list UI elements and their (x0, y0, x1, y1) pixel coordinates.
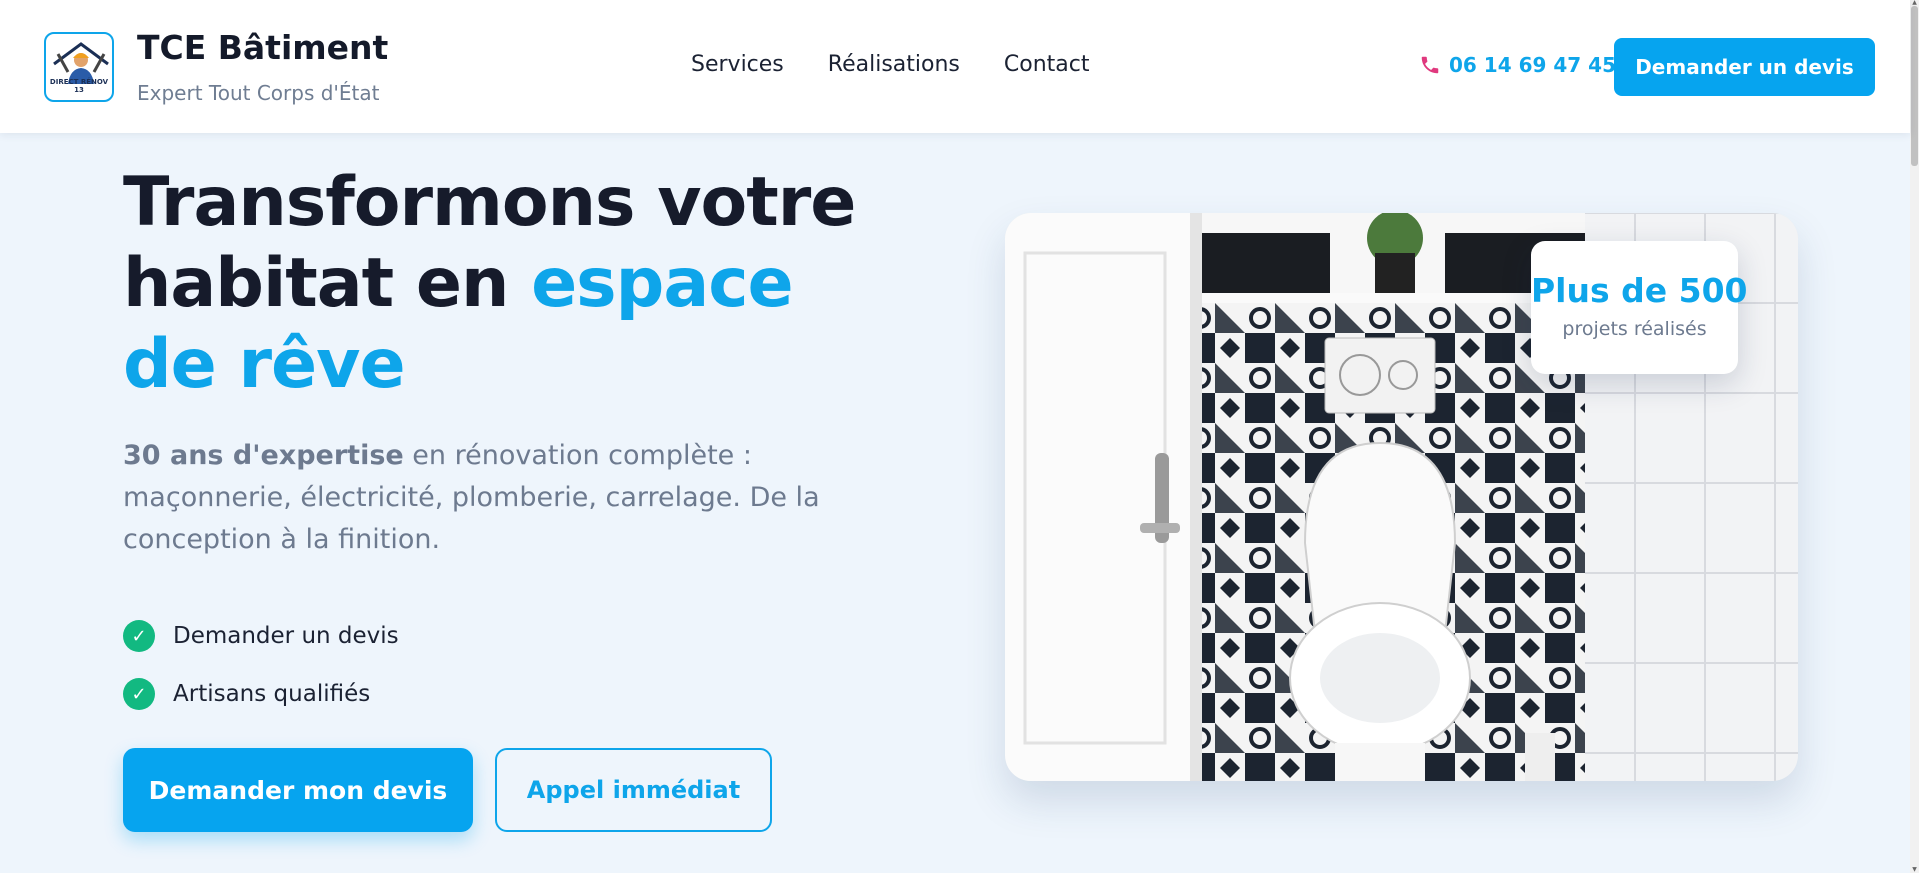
header-quote-button[interactable]: Demander un devis (1614, 38, 1875, 96)
checklist-label: Demander un devis (173, 623, 399, 649)
logo-text: DIRECT RÉNOV 13 (49, 78, 109, 94)
checklist-item: ✓ Artisans qualifiés (123, 665, 399, 723)
main-nav: Services Réalisations Contact (691, 52, 1089, 77)
nav-link-realisations[interactable]: Réalisations (828, 52, 960, 77)
page-scrollbar[interactable]: ▲ ▼ (1910, 0, 1919, 873)
hero-description-bold: 30 ans d'expertise (123, 440, 404, 471)
nav-link-contact[interactable]: Contact (1004, 52, 1090, 77)
check-icon: ✓ (123, 678, 155, 710)
site-header: DIRECT RÉNOV 13 TCE Bâtiment Expert Tout… (0, 0, 1910, 133)
phone-number: 06 14 69 47 45 (1449, 53, 1617, 77)
hero-title: Transformons votre habitat en espace de … (123, 162, 903, 405)
request-quote-button[interactable]: Demander mon devis (123, 748, 473, 832)
nav-link-services[interactable]: Services (691, 52, 784, 77)
stat-value: Plus de 500 (1531, 271, 1748, 310)
phone-link[interactable]: 06 14 69 47 45 (1419, 53, 1616, 77)
immediate-call-button[interactable]: Appel immédiat (495, 748, 772, 832)
scrollbar-thumb[interactable] (1911, 6, 1918, 166)
projects-stat-card: Plus de 500 projets réalisés (1531, 241, 1748, 374)
phone-icon (1421, 56, 1439, 74)
checklist-item: ✓ Demander un devis (123, 607, 399, 665)
brand-name[interactable]: TCE Bâtiment (137, 28, 388, 67)
logo[interactable]: DIRECT RÉNOV 13 (44, 32, 114, 102)
check-icon: ✓ (123, 620, 155, 652)
stat-label: projets réalisés (1562, 318, 1707, 340)
feature-checklist: ✓ Demander un devis ✓ Artisans qualifiés (123, 607, 399, 723)
scroll-down-arrow-icon[interactable]: ▼ (1911, 867, 1918, 873)
brand-tagline: Expert Tout Corps d'État (137, 81, 380, 105)
hero-description: 30 ans d'expertise en rénovation complèt… (123, 435, 903, 561)
checklist-label: Artisans qualifiés (173, 681, 371, 707)
